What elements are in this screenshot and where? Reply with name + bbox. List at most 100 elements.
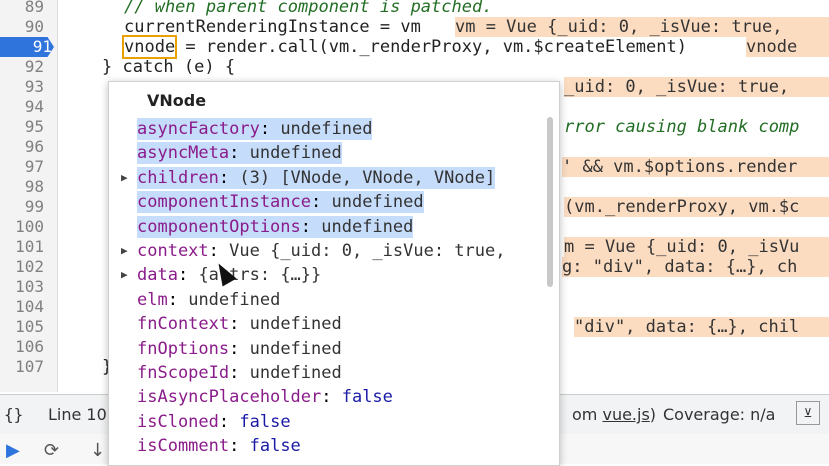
property-row[interactable]: componentInstance: undefined [137, 191, 424, 214]
line-number[interactable]: 92 [0, 57, 44, 77]
line-number[interactable]: 101 [0, 237, 44, 257]
line-number[interactable]: 95 [0, 117, 44, 137]
property-row[interactable]: fnContext: undefined [137, 313, 342, 335]
line-number-gutter: 89 90 91 92 93 94 95 96 97 98 99 100 101 102 103 104 105… [0, 0, 58, 392]
property-row[interactable]: fnScopeId: undefined [137, 362, 342, 384]
property-key: asyncFactory [137, 119, 260, 139]
property-key: fnOptions [137, 338, 230, 359]
property-value: Vue {_uid: 0, _isVue: true, [229, 241, 506, 261]
line-number[interactable]: 106 [0, 337, 44, 357]
property-value: undefined [249, 363, 342, 383]
resume-icon[interactable]: ▶ [6, 440, 20, 461]
property-key: isComment [137, 436, 230, 457]
hovered-variable[interactable]: vnode [121, 35, 178, 59]
property-value: undefined [321, 216, 414, 237]
source-suffix: ) [649, 405, 657, 424]
source-link[interactable]: vue.js [602, 405, 649, 424]
code-comment: rror causing blank comp [564, 117, 800, 137]
code-line: // when parent component is patched. [62, 0, 492, 17]
line-number[interactable]: 103 [0, 277, 44, 297]
line-number[interactable]: 97 [0, 157, 44, 177]
property-key: asyncMeta [137, 143, 230, 164]
pretty-print-icon[interactable]: {} [4, 405, 23, 424]
source-prefix: om [572, 405, 603, 424]
step-into-icon[interactable]: ↓ [90, 440, 105, 461]
property-separator: : [229, 143, 250, 164]
line-number[interactable]: 107 [0, 357, 44, 377]
inline-value: g: "div", data: {…}, ch [562, 257, 829, 277]
object-preview-popover: VNode asyncFactory: undefined asyncMeta: … [108, 81, 560, 466]
property-value: (3) [VNode, VNode, VNode] [239, 167, 496, 188]
property-row[interactable]: isAsyncPlaceholder: false [137, 386, 393, 408]
property-row[interactable]: elm: undefined [137, 289, 280, 311]
property-row[interactable]: context: Vue {_uid: 0, _isVue: true, [137, 240, 505, 262]
property-key: isAsyncPlaceholder [137, 387, 322, 408]
coverage-toggle-icon[interactable]: ⊻ [796, 401, 820, 425]
property-key: isCloned [137, 411, 219, 432]
property-key: componentInstance [137, 192, 311, 213]
line-number[interactable]: 90 [0, 17, 44, 37]
property-row[interactable]: asyncFactory: undefined [137, 118, 373, 140]
source-info: om vue.js) [572, 405, 656, 424]
property-separator: : [229, 338, 250, 359]
property-separator: : [229, 314, 250, 335]
property-separator: : [229, 363, 250, 383]
property-separator: : [300, 216, 322, 237]
property-separator: : [259, 119, 281, 139]
cursor-position: Line 10 [48, 405, 107, 424]
step-over-icon[interactable]: ⟳ [44, 440, 59, 461]
property-value: false [239, 411, 291, 432]
popover-scrollbar[interactable] [547, 117, 553, 287]
property-row[interactable]: children: (3) [VNode, VNode, VNode] [137, 166, 496, 189]
property-value: false [249, 436, 301, 457]
code-line: currentRenderingInstance = vm vm = Vue {_… [62, 17, 829, 37]
property-key: context [137, 241, 209, 261]
property-key: componentOptions [137, 216, 301, 237]
code-text: = render.call(vm._renderProxy, vm.$creat… [175, 37, 687, 57]
line-number[interactable]: 91 [0, 37, 54, 57]
property-value: undefined [249, 338, 342, 359]
property-value: undefined [249, 314, 342, 335]
inline-value: _uid: 0, _isVue: true, [564, 77, 829, 97]
property-separator: : [177, 265, 199, 286]
coverage-status: Coverage: n/a [663, 405, 776, 424]
property-separator: : [218, 411, 240, 432]
line-number[interactable]: 102 [0, 257, 44, 277]
property-separator: : [218, 167, 240, 188]
inline-value: vm = Vue {_uid: 0, _isVue: true, [455, 17, 829, 37]
expand-arrow-icon[interactable]: ▶ [121, 268, 128, 281]
property-value: false [341, 387, 393, 408]
property-key: elm [137, 289, 168, 310]
inline-value: vnode [746, 37, 829, 57]
property-row[interactable]: fnOptions: undefined [137, 338, 342, 360]
popover-title: VNode [147, 91, 207, 110]
property-row[interactable]: componentOptions: undefined [137, 215, 414, 238]
line-number[interactable]: 93 [0, 77, 44, 97]
property-separator: : [167, 289, 189, 310]
property-row[interactable]: isCloned: false [137, 411, 291, 433]
property-row[interactable]: asyncMeta: undefined [137, 142, 342, 165]
property-separator: : [311, 192, 332, 213]
property-key: fnContext [137, 314, 230, 335]
line-number[interactable]: 96 [0, 137, 44, 157]
property-separator: : [321, 387, 342, 408]
code-line: } [62, 357, 112, 377]
property-key: fnScopeId [137, 363, 230, 383]
line-number[interactable]: 100 [0, 217, 44, 237]
line-number[interactable]: 104 [0, 297, 44, 317]
line-number[interactable]: 105 [0, 317, 44, 337]
property-value: undefined [280, 119, 373, 139]
property-key: data [137, 265, 178, 286]
line-number[interactable]: 89 [0, 0, 44, 17]
inline-value: m = Vue {_uid: 0, _isVu [564, 237, 829, 257]
expand-arrow-icon[interactable]: ▶ [121, 244, 128, 257]
property-row[interactable]: isComment: false [137, 435, 301, 457]
line-number[interactable]: 94 [0, 97, 44, 117]
property-key: children [137, 167, 219, 188]
inline-value: ' && vm.$options.render [562, 157, 829, 177]
inline-value: (vm._renderProxy, vm.$c [564, 197, 829, 217]
code-line: vnode = render.call(vm._renderProxy, vm.… [62, 35, 829, 59]
line-number[interactable]: 99 [0, 197, 44, 217]
line-number[interactable]: 98 [0, 177, 44, 197]
expand-arrow-icon[interactable]: ▶ [121, 171, 128, 184]
